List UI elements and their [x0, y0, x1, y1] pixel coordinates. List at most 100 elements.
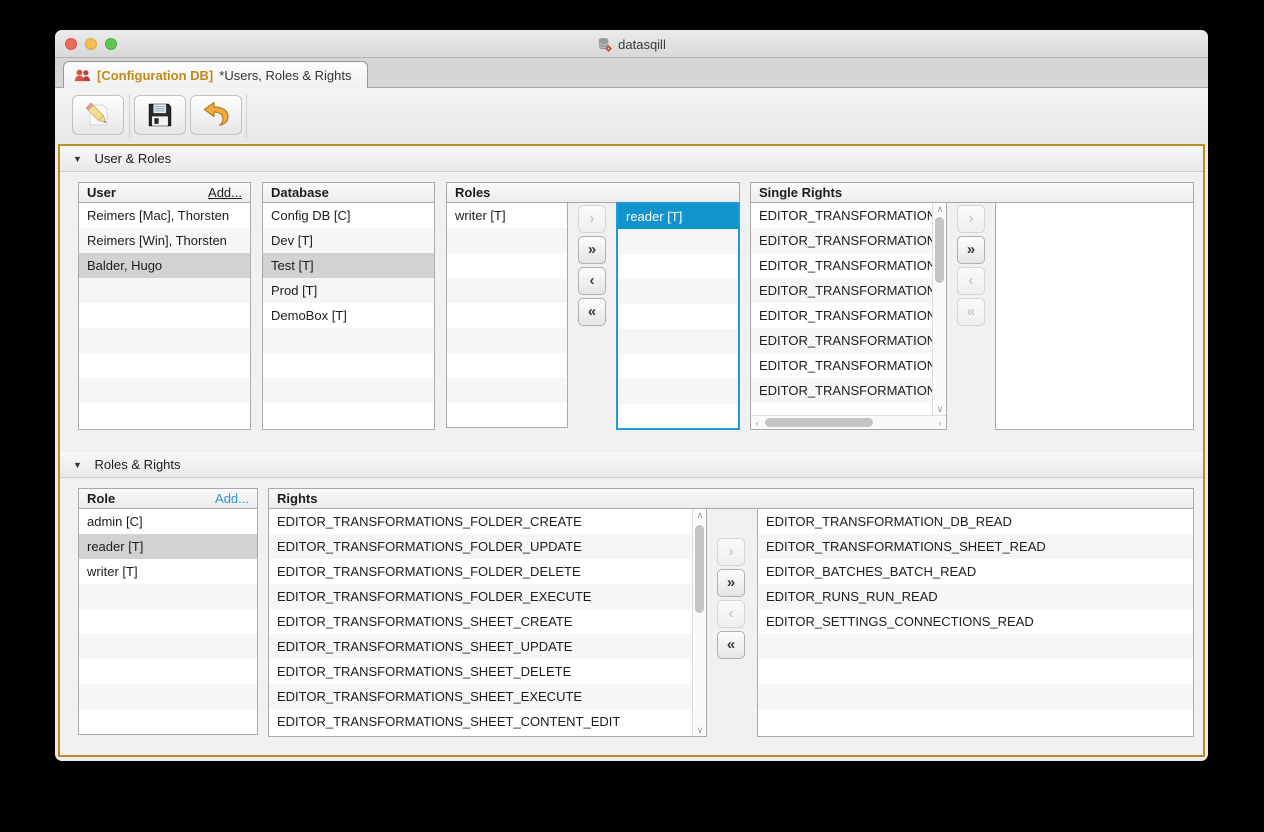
toolbar-separator	[246, 94, 247, 138]
list-item	[618, 254, 738, 279]
single-rights-assigned-list[interactable]	[995, 202, 1194, 430]
title-bar[interactable]: datasqill	[55, 30, 1208, 58]
roles-move-left-button[interactable]: ‹	[578, 267, 606, 295]
list-item[interactable]: DemoBox [T]	[263, 303, 434, 328]
scroll-right-icon[interactable]: ›	[934, 416, 946, 430]
collapse-triangle-icon[interactable]: ▼	[73, 452, 82, 478]
list-item[interactable]: EDITOR_TRANSFORMATIONS_SHEET_CONTENT_EDI…	[269, 709, 693, 734]
rights-move-all-left-button[interactable]: «	[717, 631, 745, 659]
list-item[interactable]: EDITOR_TRANSFORMATIONS_FOLDER_CREATE	[269, 509, 693, 534]
list-item[interactable]: EDITOR_TRANSFORMATION	[751, 378, 933, 403]
list-item	[447, 328, 567, 353]
list-item[interactable]: EDITOR_TRANSFORMATION	[751, 303, 933, 328]
tab-users-roles-rights[interactable]: [Configuration DB] *Users, Roles & Right…	[63, 61, 368, 88]
list-item	[79, 303, 250, 328]
database-panel-header: Database	[262, 182, 435, 203]
list-item[interactable]: reader [T]	[618, 204, 738, 229]
list-item[interactable]: Reimers [Win], Thorsten	[79, 228, 250, 253]
roles-move-all-left-button[interactable]: «	[578, 298, 606, 326]
list-item[interactable]: admin [C]	[79, 509, 257, 534]
list-item[interactable]: Dev [T]	[263, 228, 434, 253]
list-item[interactable]: EDITOR_TRANSFORMATIONS_FOLDER_DELETE	[269, 559, 693, 584]
app-icon	[597, 37, 612, 52]
list-item[interactable]: EDITOR_RUNS_RUN_READ	[758, 584, 1193, 609]
role-list[interactable]: admin [C]reader [T]writer [T]	[78, 508, 258, 735]
save-button[interactable]	[134, 95, 186, 135]
list-item[interactable]: reader [T]	[79, 534, 257, 559]
list-item	[447, 278, 567, 303]
list-item[interactable]: Reimers [Mac], Thorsten	[79, 203, 250, 228]
list-item[interactable]: writer [T]	[447, 203, 567, 228]
list-item	[263, 353, 434, 378]
list-item[interactable]: Config DB [C]	[263, 203, 434, 228]
scrollbar-thumb[interactable]	[695, 525, 704, 613]
role-column-title: Role	[87, 489, 115, 508]
list-item	[79, 584, 257, 609]
list-item[interactable]: EDITOR_BATCHES_BATCH_READ	[758, 559, 1193, 584]
list-item[interactable]: EDITOR_TRANSFORMATION	[751, 353, 933, 378]
single-rights-move-all-right-button[interactable]: »	[957, 236, 985, 264]
app-window: datasqill [Configuration DB] *Users, Rol…	[55, 30, 1208, 761]
collapse-triangle-icon[interactable]: ▼	[73, 146, 82, 172]
list-item[interactable]: Balder, Hugo	[79, 253, 250, 278]
list-item[interactable]: EDITOR_TRANSFORMATIONS_SHEET_EXECUTE	[269, 684, 693, 709]
list-item[interactable]: EDITOR_TRANSFORMATION_DB_READ	[758, 509, 1193, 534]
roles-assigned-list[interactable]: reader [T]	[616, 202, 740, 430]
list-item[interactable]: EDITOR_TRANSFORMATION	[751, 203, 933, 228]
vertical-scrollbar[interactable]: ∧ ∨	[932, 203, 946, 415]
section-header-roles-rights[interactable]: ▼ Roles & Rights	[60, 452, 1203, 478]
list-item	[447, 253, 567, 278]
user-panel-header: User Add...	[78, 182, 251, 203]
rights-assigned-list[interactable]: EDITOR_TRANSFORMATION_DB_READEDITOR_TRAN…	[757, 508, 1194, 737]
list-item	[447, 228, 567, 253]
rights-move-all-right-button[interactable]: »	[717, 569, 745, 597]
scroll-left-icon[interactable]: ‹	[751, 416, 763, 430]
scrollbar-thumb[interactable]	[935, 217, 944, 283]
vertical-scrollbar[interactable]: ∧ ∨	[692, 509, 706, 736]
list-item[interactable]: Test [T]	[263, 253, 434, 278]
scroll-down-icon[interactable]: ∨	[693, 724, 707, 736]
user-list[interactable]: Reimers [Mac], ThorstenReimers [Win], Th…	[78, 202, 251, 430]
list-item[interactable]: EDITOR_TRANSFORMATIONS_FOLDER_EXECUTE	[269, 584, 693, 609]
list-item	[79, 403, 250, 428]
list-item	[447, 403, 567, 428]
database-list[interactable]: Config DB [C]Dev [T]Test [T]Prod [T]Demo…	[262, 202, 435, 430]
list-item[interactable]: EDITOR_TRANSFORMATIONS_SHEET_CREATE	[269, 609, 693, 634]
list-item[interactable]: EDITOR_TRANSFORMATION	[751, 278, 933, 303]
single-rights-available-list[interactable]: EDITOR_TRANSFORMATIONEDITOR_TRANSFORMATI…	[750, 202, 947, 430]
roles-move-all-right-button[interactable]: »	[578, 236, 606, 264]
list-item	[79, 328, 250, 353]
list-item[interactable]: Prod [T]	[263, 278, 434, 303]
list-item[interactable]: EDITOR_TRANSFORMATIONS_FOLDER_UPDATE	[269, 534, 693, 559]
rights-available-list[interactable]: EDITOR_TRANSFORMATIONS_FOLDER_CREATEEDIT…	[268, 508, 707, 737]
list-item	[79, 278, 250, 303]
list-item[interactable]: EDITOR_TRANSFORMATION	[751, 328, 933, 353]
edit-button[interactable]	[72, 95, 124, 135]
roles-available-list[interactable]: writer [T]	[446, 202, 568, 428]
add-user-link[interactable]: Add...	[208, 183, 242, 202]
list-item	[758, 709, 1193, 734]
horizontal-scrollbar[interactable]: ‹ ›	[751, 415, 946, 429]
list-item[interactable]: EDITOR_TRANSFORMATIONS_SHEET_UPDATE	[269, 634, 693, 659]
list-item[interactable]: EDITOR_SETTINGS_CONNECTIONS_READ	[758, 609, 1193, 634]
list-item[interactable]: EDITOR_TRANSFORMATION	[751, 253, 933, 278]
undo-button[interactable]	[190, 95, 242, 135]
list-item	[618, 279, 738, 304]
list-item	[79, 378, 250, 403]
list-item[interactable]: EDITOR_TRANSFORMATIONS_SHEET_DELETE	[269, 659, 693, 684]
toolbar	[55, 88, 1208, 143]
scroll-up-icon[interactable]: ∧	[933, 203, 947, 215]
add-role-link[interactable]: Add...	[215, 489, 249, 508]
scroll-up-icon[interactable]: ∧	[693, 509, 707, 521]
list-item[interactable]: EDITOR_TRANSFORMATION	[751, 228, 933, 253]
scroll-down-icon[interactable]: ∨	[933, 403, 947, 415]
section-header-user-roles[interactable]: ▼ User & Roles	[60, 146, 1203, 172]
database-column-title: Database	[271, 183, 329, 202]
toolbar-separator	[129, 94, 130, 138]
scrollbar-thumb[interactable]	[765, 418, 873, 427]
list-item	[79, 609, 257, 634]
desktop-background: datasqill [Configuration DB] *Users, Rol…	[0, 0, 1264, 832]
tab-title-label: *Users, Roles & Rights	[219, 68, 351, 83]
list-item[interactable]: writer [T]	[79, 559, 257, 584]
list-item[interactable]: EDITOR_TRANSFORMATIONS_SHEET_READ	[758, 534, 1193, 559]
